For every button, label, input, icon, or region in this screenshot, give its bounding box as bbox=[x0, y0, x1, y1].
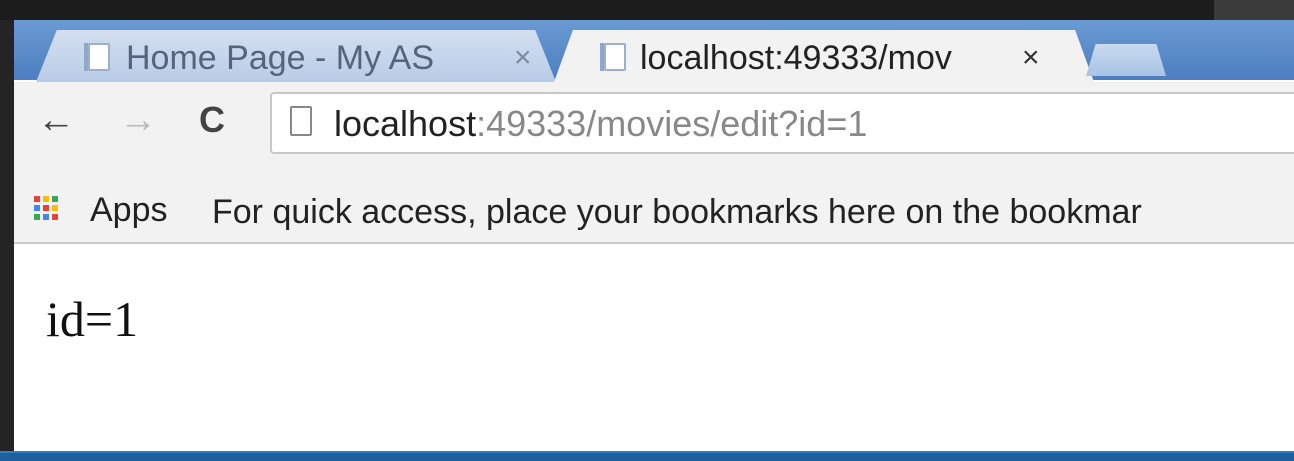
address-bar[interactable]: localhost:49333/movies/edit?id=1 bbox=[270, 92, 1294, 154]
bookmarks-bar: Apps For quick access, place your bookma… bbox=[14, 182, 1294, 244]
apps-dot bbox=[34, 196, 40, 202]
back-arrow-icon[interactable]: ← bbox=[34, 98, 78, 142]
url-host: localhost bbox=[334, 103, 477, 144]
tab-strip: Home Page - My AS × localhost:49333/mov … bbox=[14, 20, 1294, 82]
close-icon[interactable]: × bbox=[514, 36, 532, 80]
page-icon bbox=[600, 43, 626, 71]
tab-home-page[interactable]: Home Page - My AS × bbox=[36, 30, 556, 82]
desktop-edge bbox=[0, 20, 14, 461]
apps-dot bbox=[52, 205, 58, 211]
page-icon bbox=[88, 43, 110, 71]
new-tab-button[interactable] bbox=[1086, 44, 1166, 76]
desktop-background bbox=[0, 0, 1294, 20]
apps-dot bbox=[52, 196, 58, 202]
tab-localhost[interactable]: localhost:49333/mov × bbox=[554, 30, 1094, 82]
tab-title: localhost:49333/mov bbox=[640, 39, 952, 77]
toolbar: ← → C localhost:49333/movies/edit?id=1 bbox=[14, 82, 1294, 183]
url-path: :49333/movies/edit?id=1 bbox=[476, 103, 868, 144]
bookmarks-hint: For quick access, place your bookmarks h… bbox=[212, 193, 1142, 231]
page-icon bbox=[290, 106, 312, 136]
desktop-corner bbox=[1214, 0, 1294, 20]
address-url: localhost:49333/movies/edit?id=1 bbox=[334, 102, 867, 146]
reload-icon[interactable]: C bbox=[190, 98, 234, 142]
apps-dot bbox=[34, 214, 40, 220]
browser-window: Home Page - My AS × localhost:49333/mov … bbox=[14, 20, 1294, 451]
apps-dot bbox=[34, 205, 40, 211]
apps-shortcut[interactable]: Apps bbox=[90, 188, 168, 232]
apps-dot bbox=[43, 205, 49, 211]
apps-dot bbox=[43, 214, 49, 220]
apps-dot bbox=[43, 196, 49, 202]
close-icon[interactable]: × bbox=[1022, 36, 1040, 80]
apps-dot bbox=[52, 214, 58, 220]
page-output-text: id=1 bbox=[46, 291, 139, 347]
taskbar-edge bbox=[0, 451, 1294, 461]
apps-grid-icon[interactable] bbox=[34, 196, 58, 220]
tab-title: Home Page - My AS bbox=[126, 39, 435, 77]
page-content: id=1 bbox=[14, 244, 1294, 451]
forward-arrow-icon[interactable]: → bbox=[116, 98, 160, 142]
